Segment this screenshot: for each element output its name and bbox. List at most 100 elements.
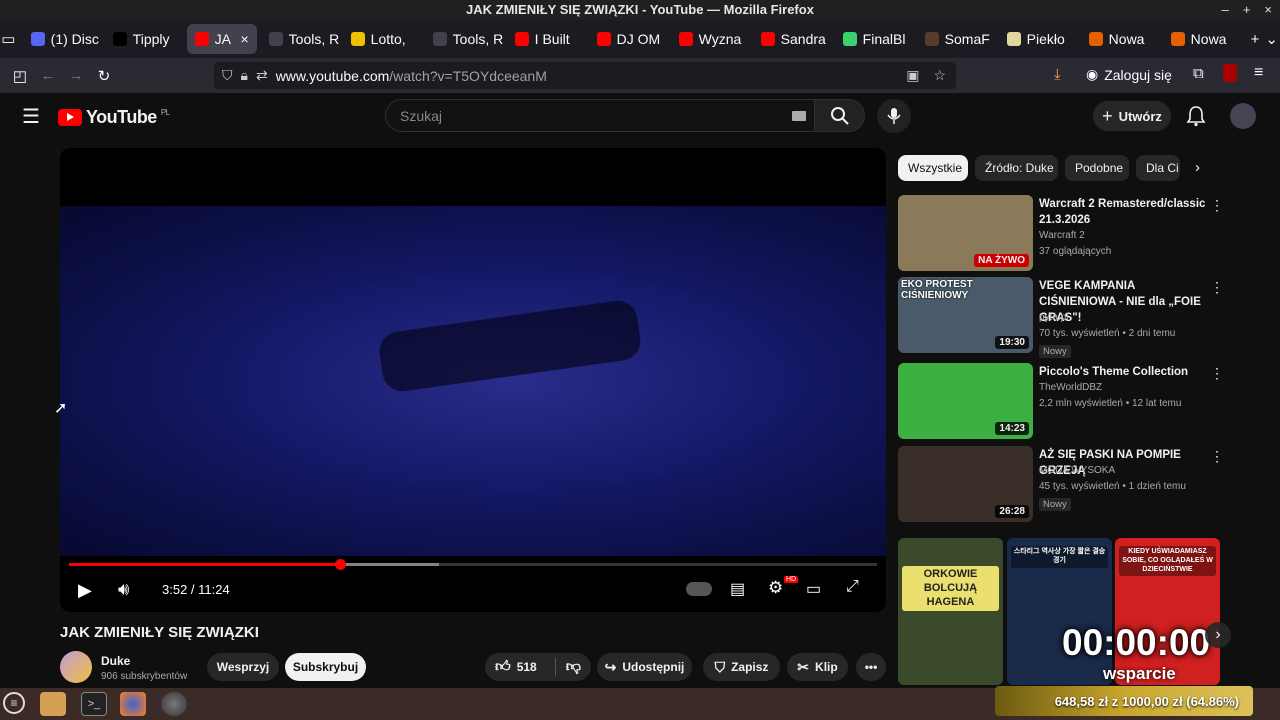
- video-thumbnail[interactable]: 14:23: [898, 363, 1033, 439]
- tab-list-icon[interactable]: ▭: [0, 30, 17, 48]
- recommended-video-title[interactable]: Warcraft 2 Remastered/classic 21.3.2026: [1039, 196, 1209, 228]
- chevron-right-icon[interactable]: ›: [1195, 159, 1200, 176]
- close-tab-icon[interactable]: ×: [240, 31, 248, 47]
- reader-icon[interactable]: ▣: [906, 67, 919, 84]
- search-button[interactable]: [815, 99, 865, 132]
- tab-overflow-icon[interactable]: ⌄: [1263, 30, 1280, 48]
- browser-tab[interactable]: I Built: [507, 24, 585, 54]
- video-thumbnail[interactable]: 26:28: [898, 446, 1033, 522]
- extensions-icon[interactable]: ⧉: [1193, 65, 1204, 82]
- youtube-logo[interactable]: YouTube PL: [58, 107, 170, 128]
- keyboard-icon[interactable]: [792, 110, 806, 121]
- channel-name[interactable]: Duke: [101, 654, 130, 668]
- signin-button[interactable]: ◉ Zaloguj się: [1086, 66, 1172, 83]
- browser-tab[interactable]: (1) Disc: [23, 24, 101, 54]
- menu-icon[interactable]: ≡: [1254, 64, 1263, 82]
- subscribe-button[interactable]: Subskrybuj: [285, 653, 366, 681]
- more-options-icon[interactable]: ⋮: [1210, 448, 1224, 465]
- browser-tab[interactable]: JA ×: [186, 24, 257, 54]
- file-manager-icon[interactable]: [40, 692, 66, 716]
- terminal-icon[interactable]: >_: [81, 692, 107, 716]
- minimize-button[interactable]: –: [1222, 0, 1229, 20]
- shorts-next-button[interactable]: ›: [1205, 622, 1231, 648]
- subtitles-icon[interactable]: ▤: [730, 579, 745, 599]
- lock-icon[interactable]: 🔒︎: [241, 67, 248, 84]
- hamburger-icon[interactable]: ☰: [22, 104, 40, 129]
- start-menu-icon[interactable]: ≡: [3, 692, 25, 714]
- share-button[interactable]: ↪ Udostępnij: [597, 653, 692, 681]
- video-player[interactable]: ▶ 🔊︎ 3:52 / 11:24 ▤ ⚙ HD ▭ ⤢: [60, 148, 886, 612]
- account-icon: ◉: [1086, 66, 1099, 82]
- url-bar[interactable]: ⛉ 🔒︎ ⇄ www.youtube.com/watch?v=T5OYdceea…: [214, 62, 956, 89]
- more-options-icon[interactable]: ⋮: [1210, 365, 1224, 382]
- obs-icon[interactable]: [161, 692, 187, 716]
- recommended-meta: 2,2 mln wyświetleń • 12 lat temu: [1039, 398, 1182, 409]
- chip-for-you[interactable]: Dla Ci: [1136, 155, 1180, 181]
- fullscreen-icon[interactable]: ⤢: [846, 578, 859, 596]
- chip-from-duke[interactable]: Źródło: Duke: [975, 155, 1058, 181]
- notifications-bell-icon[interactable]: [1186, 105, 1206, 127]
- clip-button[interactable]: ✂ Klip: [787, 653, 848, 681]
- support-button[interactable]: Wesprzyj: [207, 653, 279, 681]
- browser-tab[interactable]: Sandra: [753, 24, 831, 54]
- recommended-channel[interactable]: Warcraft 2: [1039, 230, 1085, 241]
- browser-tab[interactable]: FinalBl: [835, 24, 913, 54]
- theater-mode-icon[interactable]: ▭: [806, 579, 821, 599]
- permissions-icon[interactable]: ⇄: [256, 67, 268, 84]
- sidebar-icon[interactable]: ◰: [6, 67, 34, 85]
- browser-tab[interactable]: Wyzna: [671, 24, 749, 54]
- like-button[interactable]: 👍︎ 518 👎︎: [485, 653, 591, 681]
- youtube-play-icon: [58, 109, 82, 126]
- settings-icon[interactable]: ⚙: [768, 578, 783, 598]
- scrubber-handle[interactable]: [335, 559, 347, 570]
- close-window-button[interactable]: ×: [1264, 0, 1272, 20]
- recommended-video[interactable]: NA ŻYWO Warcraft 2 Remastered/classic 21.…: [898, 195, 1228, 273]
- progress-bar[interactable]: [69, 559, 877, 570]
- thumbs-down-icon[interactable]: 👎︎: [554, 658, 581, 676]
- browser-tab[interactable]: Nowa: [1163, 24, 1241, 54]
- forward-button[interactable]: →: [62, 67, 90, 84]
- bookmark-star-icon[interactable]: ☆: [933, 67, 946, 84]
- recommended-channel[interactable]: MODA WYSOKA: [1039, 465, 1115, 476]
- voice-search-button[interactable]: [877, 99, 911, 133]
- chip-label: Dla Ci: [1146, 161, 1179, 175]
- browser-tab[interactable]: Tools, Re: [425, 24, 503, 54]
- maximize-button[interactable]: +: [1243, 0, 1251, 20]
- search-input[interactable]: Szukaj: [385, 99, 815, 132]
- save-button[interactable]: ⛉ Zapisz: [703, 653, 780, 681]
- video-thumbnail[interactable]: EKO PROTEST CIŚNIENIOWY 19:30: [898, 277, 1033, 353]
- recommended-channel[interactable]: TheWorldDBZ: [1039, 382, 1102, 393]
- recommended-video[interactable]: 26:28 AŻ SIĘ PASKI NA POMPIE GRZEJĄ MODA W…: [898, 446, 1228, 524]
- autoplay-toggle[interactable]: [686, 582, 712, 596]
- more-actions-button[interactable]: •••: [856, 653, 886, 681]
- browser-tab[interactable]: Lotto,: [343, 24, 421, 54]
- recommended-video[interactable]: EKO PROTEST CIŚNIENIOWY 19:30 VEGE KAMPANI…: [898, 277, 1228, 358]
- browser-tab[interactable]: Tipply: [105, 24, 183, 54]
- browser-tab[interactable]: DJ OM: [589, 24, 667, 54]
- reload-button[interactable]: ↻: [90, 67, 118, 85]
- channel-avatar[interactable]: [60, 651, 92, 683]
- browser-tab[interactable]: Tools, Re: [261, 24, 339, 54]
- chip-related[interactable]: Podobne: [1065, 155, 1129, 181]
- download-icon[interactable]: ⤓: [1054, 66, 1061, 83]
- create-button[interactable]: + Utwórz: [1093, 101, 1171, 131]
- back-button[interactable]: ←: [34, 67, 62, 84]
- avatar[interactable]: [1230, 103, 1256, 129]
- chip-all[interactable]: Wszystkie: [898, 155, 968, 181]
- browser-tab[interactable]: Nowa: [1081, 24, 1159, 54]
- short-video[interactable]: ORKOWIE BOLCUJĄ HAGENA: [898, 538, 1003, 685]
- recommended-video-title[interactable]: Piccolo's Theme Collection: [1039, 364, 1209, 380]
- recommended-video[interactable]: 14:23 Piccolo's Theme Collection TheWorldD…: [898, 363, 1228, 441]
- volume-icon[interactable]: 🔊︎: [118, 579, 129, 600]
- browser-tab[interactable]: Piekło: [999, 24, 1077, 54]
- browser-tab[interactable]: SomaF: [917, 24, 995, 54]
- recommended-channel[interactable]: pyta.pl: [1039, 312, 1068, 323]
- new-tab-button[interactable]: +: [1247, 31, 1264, 48]
- firefox-icon[interactable]: [120, 692, 146, 716]
- shield-icon[interactable]: ⛉: [222, 67, 233, 84]
- video-thumbnail[interactable]: NA ŻYWO: [898, 195, 1033, 271]
- more-options-icon[interactable]: ⋮: [1210, 197, 1224, 214]
- play-button[interactable]: ▶: [78, 580, 92, 601]
- ublock-icon[interactable]: [1223, 64, 1237, 82]
- more-options-icon[interactable]: ⋮: [1210, 279, 1224, 296]
